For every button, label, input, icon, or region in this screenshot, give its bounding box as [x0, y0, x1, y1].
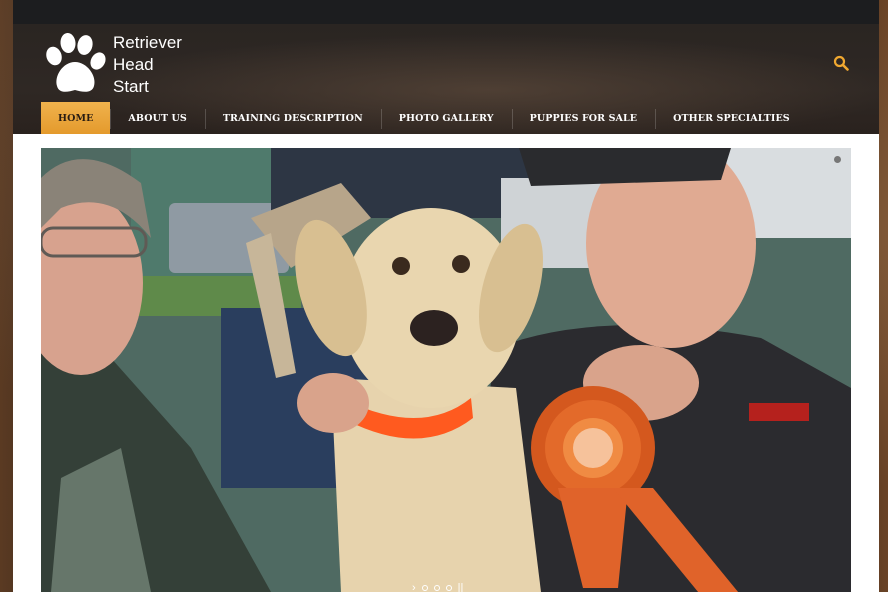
pause-slideshow-icon[interactable]: || [458, 583, 464, 592]
nav-item-home[interactable]: HOME [41, 102, 111, 134]
image-slider[interactable]: › || [41, 148, 851, 592]
slide-photo [41, 148, 851, 592]
logo-line-3: Start [113, 77, 149, 96]
slide-dot-2[interactable] [433, 585, 440, 591]
nav-item-other-specialties[interactable]: OTHER SPECIALTIES [655, 102, 808, 134]
slide-dot-1[interactable] [421, 585, 428, 591]
nav-item-photo-gallery[interactable]: PHOTO GALLERY [380, 102, 512, 134]
nav-item-training-description[interactable]: TRAINING DESCRIPTION [204, 102, 381, 134]
slide-dot-3[interactable] [445, 585, 452, 591]
next-slide-arrow[interactable]: › [412, 583, 416, 592]
nav-item-about-us[interactable]: ABOUT US [110, 102, 204, 134]
logo-line-2: Head [113, 55, 154, 74]
logo-line-1: Retriever [113, 33, 182, 52]
site-header: Retriever Head Start HOME ABOUT US TRAIN… [13, 24, 879, 134]
logo-text: Retriever Head Start [113, 32, 182, 98]
slider-indicator-dot[interactable] [834, 156, 841, 163]
main-content: › || [13, 134, 879, 592]
slider-controls: › || [412, 583, 464, 592]
site-logo[interactable]: Retriever Head Start [41, 32, 201, 98]
paw-print-icon [46, 33, 106, 92]
search-icon[interactable] [833, 55, 849, 71]
nav-item-puppies-for-sale[interactable]: PUPPIES FOR SALE [511, 102, 656, 134]
main-navigation: HOME ABOUT US TRAINING DESCRIPTION PHOTO… [41, 102, 808, 134]
top-bar [13, 0, 879, 24]
